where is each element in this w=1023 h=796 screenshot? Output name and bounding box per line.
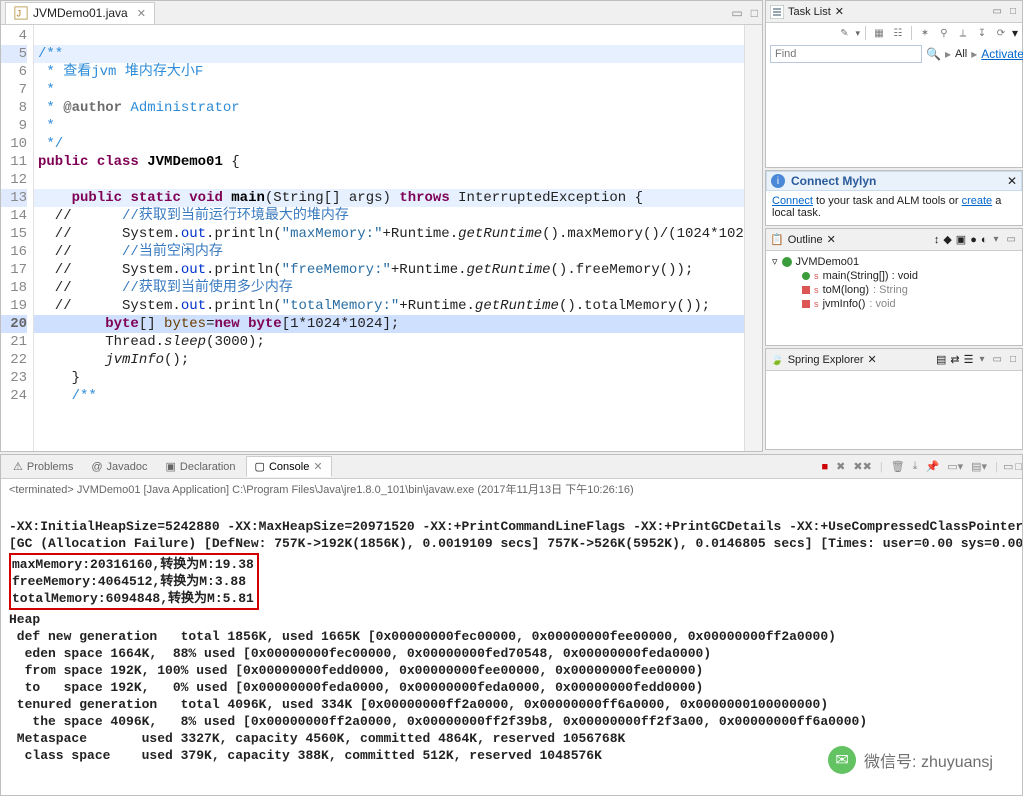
outline-panel: 📋 Outline ✕ ↕ ◆ ▣ ● ◐ ▾ ▭ ▿ JVMDemo01 s … xyxy=(765,228,1023,346)
spring-title: 🍃 Spring Explorer ✕ xyxy=(770,353,932,366)
outline-root[interactable]: ▿ JVMDemo01 xyxy=(772,254,1016,269)
collapse-icon[interactable]: ↧ xyxy=(974,25,990,41)
console-line: eden space 1664K, 88% used [0x00000000fe… xyxy=(9,646,711,661)
console-kill-icon[interactable]: ■ xyxy=(819,461,832,473)
tab-console[interactable]: ▢ Console ✕ xyxy=(246,456,332,477)
filter1-icon[interactable]: ◆ xyxy=(943,233,951,246)
sp-icon1[interactable]: ▤ xyxy=(936,353,946,366)
hide-icon[interactable]: ⟂ xyxy=(955,25,971,41)
view-menu-icon[interactable]: ▾ xyxy=(1012,26,1018,40)
tab-declaration[interactable]: ▣ Declaration xyxy=(158,457,244,476)
maximize-icon[interactable]: □ xyxy=(1008,354,1018,365)
console-line: the space 4096K, 8% used [0x00000000ff2a… xyxy=(9,714,867,729)
schedule-icon[interactable]: ☷ xyxy=(890,25,906,41)
vertical-scrollbar[interactable] xyxy=(744,25,762,451)
filter-all[interactable]: All xyxy=(955,48,967,60)
console-remove-icon[interactable]: ✖ xyxy=(833,460,848,473)
console-clear-icon[interactable]: 🗑 xyxy=(888,460,908,473)
code-area[interactable]: /** * 查看jvm 堆内存大小F * * @author Administr… xyxy=(34,25,744,451)
console-line: to space 192K, 0% used [0x00000000feda00… xyxy=(9,680,703,695)
console-line: tenured generation total 4096K, used 334… xyxy=(9,697,828,712)
categorize-icon[interactable]: ▦ xyxy=(871,25,887,41)
console-line: def new generation total 1856K, used 166… xyxy=(9,629,836,644)
bottom-tabs: ⚠ Problems @ Javadoc ▣ Declaration ▢ Con… xyxy=(1,455,1022,479)
tab-jvmdemo01[interactable]: J JVMDemo01.java ✕ xyxy=(5,2,155,24)
sp-icon2[interactable]: ⇄ xyxy=(950,353,959,366)
outline-item-main[interactable]: s main(String[]) : void xyxy=(772,269,1016,283)
find-input[interactable] xyxy=(770,45,922,63)
minimize-icon[interactable]: ▭ xyxy=(727,6,746,20)
bottom-panel: ⚠ Problems @ Javadoc ▣ Declaration ▢ Con… xyxy=(0,454,1023,796)
minimize-icon[interactable]: ▭ xyxy=(1005,234,1018,245)
close-icon[interactable]: ✕ xyxy=(1007,174,1017,188)
maximize-icon[interactable]: □ xyxy=(1008,6,1018,17)
minimize-icon[interactable]: ▭ xyxy=(991,6,1004,17)
view-menu-icon[interactable]: ▾ xyxy=(977,354,986,365)
outline-title: 📋 Outline ✕ xyxy=(770,233,930,246)
activate-link[interactable]: Activate... xyxy=(981,47,1023,61)
focus-icon[interactable]: ✶ xyxy=(917,25,933,41)
mylyn-create-link[interactable]: create xyxy=(962,195,993,207)
wechat-icon: ✉ xyxy=(828,746,856,774)
highlighted-output: maxMemory:20316160,转换为M:19.38 freeMemory… xyxy=(9,553,259,610)
svg-text:J: J xyxy=(17,9,21,19)
close-icon[interactable]: ✕ xyxy=(313,460,322,473)
tab-javadoc[interactable]: @ Javadoc xyxy=(83,458,155,476)
launch-status: <terminated> JVMDemo01 [Java Application… xyxy=(1,479,1022,499)
mylyn-title: Connect Mylyn xyxy=(791,174,876,188)
console-pin-icon[interactable]: 📌 xyxy=(923,460,943,473)
search-go-icon[interactable]: 🔍 xyxy=(926,47,941,61)
filter3-icon[interactable]: ● xyxy=(970,234,977,246)
close-icon[interactable]: ✕ xyxy=(137,7,146,20)
console-removeall-icon[interactable]: ✖✖ xyxy=(850,460,874,473)
sp-icon3[interactable]: ☰ xyxy=(964,353,974,366)
console-line: Metaspace used 3327K, capacity 4560K, co… xyxy=(9,731,625,746)
console-open-icon[interactable]: ▤▾ xyxy=(968,460,990,473)
mylyn-panel: i Connect Mylyn ✕ Connect to your task a… xyxy=(765,170,1023,226)
spring-explorer-panel: 🍃 Spring Explorer ✕ ▤ ⇄ ☰ ▾ ▭ □ xyxy=(765,348,1023,450)
tab-problems[interactable]: ⚠ Problems xyxy=(5,457,81,476)
new-task-icon[interactable]: ✎ xyxy=(836,25,852,41)
console-line: Heap xyxy=(9,612,40,627)
console-line: -XX:InitialHeapSize=5242880 -XX:MaxHeapS… xyxy=(9,519,1022,534)
editor-body[interactable]: 456789101112131415161718192021222324 /**… xyxy=(1,25,762,451)
sort-icon[interactable]: ↕ xyxy=(934,234,940,246)
console-scroll-icon[interactable]: ⤓ xyxy=(910,460,921,473)
editor-tabbar: J JVMDemo01.java ✕ ▭ □ xyxy=(1,1,762,25)
tab-label: JVMDemo01.java xyxy=(33,6,128,20)
tasklist-toolbar: ✎▾ ▦ ☷ ✶ ⚲ ⟂ ↧ ⟳ ▾ xyxy=(766,23,1022,43)
console-line: [GC (Allocation Failure) [DefNew: 757K->… xyxy=(9,536,1022,551)
filter4-icon[interactable]: ◐ xyxy=(981,234,988,246)
outline-item-jvminfo[interactable]: s jvmInfo() : void xyxy=(772,297,1016,311)
editor-pane: J JVMDemo01.java ✕ ▭ □ 45678910111213141… xyxy=(0,0,763,452)
task-list-title: Task List ✕ xyxy=(770,5,987,19)
outline-item-tom[interactable]: s toM(long) : String xyxy=(772,283,1016,297)
watermark: ✉ 微信号: zhuyuansj xyxy=(828,746,993,774)
line-gutter: 456789101112131415161718192021222324 xyxy=(1,25,34,451)
maximize-icon[interactable]: □ xyxy=(1015,461,1022,473)
mylyn-connect-link[interactable]: Connect xyxy=(772,195,813,207)
info-icon: i xyxy=(771,174,785,188)
task-list-panel: Task List ✕ ▭ □ ✎▾ ▦ ☷ ✶ ⚲ ⟂ ↧ ⟳ ▾ xyxy=(765,0,1023,168)
tasklist-icon xyxy=(770,5,784,19)
filter2-icon[interactable]: ▣ xyxy=(956,233,966,246)
view-menu-icon[interactable]: ▾ xyxy=(992,234,1001,245)
minimize-icon[interactable]: ▭ xyxy=(1003,460,1013,473)
console-line: class space used 379K, capacity 388K, co… xyxy=(9,748,602,763)
link-icon[interactable]: ⚲ xyxy=(936,25,952,41)
java-file-icon: J xyxy=(14,6,28,20)
minimize-icon[interactable]: ▭ xyxy=(991,354,1004,365)
console-display-icon[interactable]: ▭▾ xyxy=(944,460,966,473)
maximize-icon[interactable]: □ xyxy=(747,6,762,20)
sync-icon[interactable]: ⟳ xyxy=(993,25,1009,41)
mylyn-text: Connect to your task and ALM tools or cr… xyxy=(766,191,1022,223)
console-line: from space 192K, 100% used [0x00000000fe… xyxy=(9,663,703,678)
